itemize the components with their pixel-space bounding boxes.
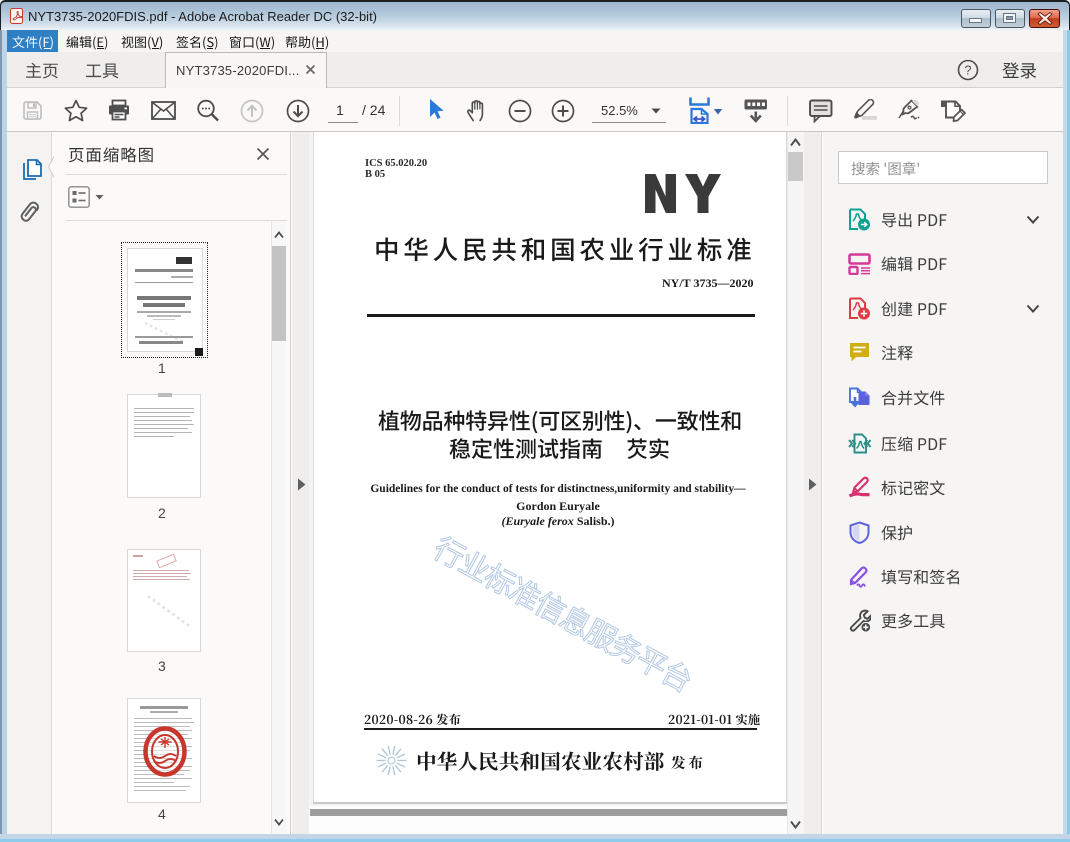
- svg-text:?: ?: [965, 64, 972, 78]
